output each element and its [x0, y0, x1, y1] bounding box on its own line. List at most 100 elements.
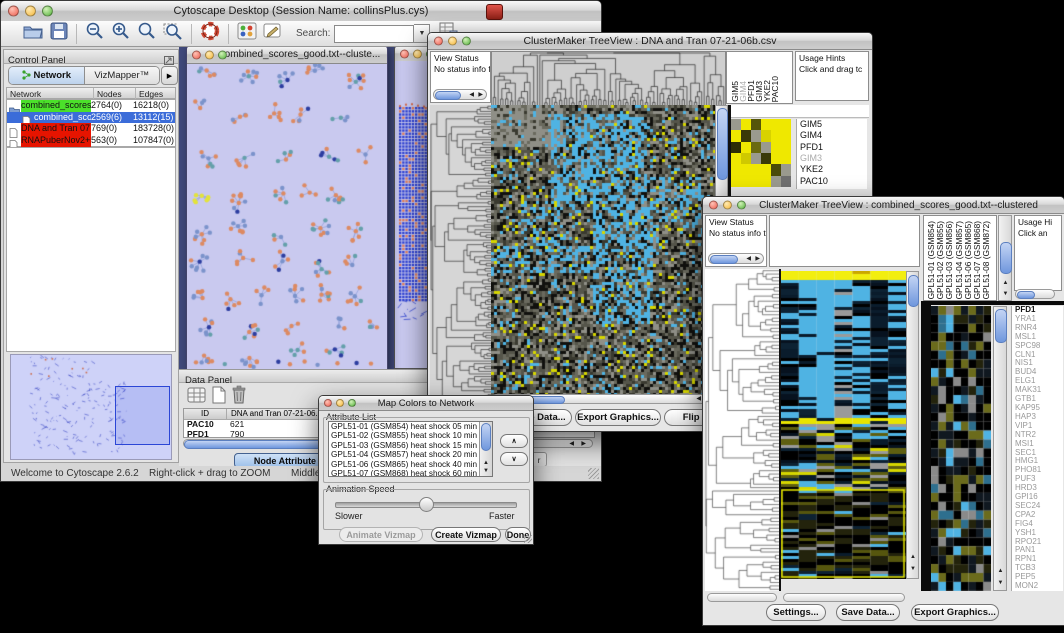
tab-network[interactable]: Network	[9, 67, 85, 84]
birdseye-viewport-rect[interactable]	[115, 386, 170, 445]
close-button[interactable]	[192, 50, 201, 59]
close-button[interactable]	[400, 49, 409, 58]
move-down-button[interactable]: ∨	[500, 452, 528, 466]
zoom-selected-icon[interactable]	[163, 21, 183, 46]
scroll-down-arrow[interactable]: ▼	[998, 580, 1004, 586]
search-input[interactable]	[334, 25, 414, 43]
attribute-list-item[interactable]: GPL51-04 (GSM857) heat shock 20 min	[329, 450, 492, 459]
scrollbar-thumb[interactable]	[1017, 291, 1035, 299]
scrollbar-thumb[interactable]	[1000, 242, 1012, 274]
minimize-button[interactable]	[448, 37, 457, 46]
zoom-button[interactable]	[218, 50, 227, 59]
column-dendrogram-area[interactable]	[769, 215, 920, 267]
minimize-button[interactable]	[205, 50, 214, 59]
heatmap-vscrollbar[interactable]: ▲ ▼	[906, 271, 919, 579]
network-table-row[interactable]: combined_sco2569(6)13112(15)	[7, 112, 175, 124]
zoom-button[interactable]	[42, 6, 53, 17]
zoom-fit-icon[interactable]	[137, 21, 157, 46]
main-titlebar[interactable]: Cytoscape Desktop (Session Name: collins…	[1, 1, 601, 22]
speed-slider-thumb[interactable]	[419, 497, 434, 512]
export-graphics-button[interactable]: Export Graphics...	[575, 409, 661, 426]
zoom-button[interactable]	[462, 37, 471, 46]
scroll-left-arrow[interactable]: ◀	[569, 441, 574, 447]
row-dendrogram[interactable]	[430, 105, 491, 401]
global-heatmap[interactable]	[491, 105, 715, 401]
row-dendrogram[interactable]	[705, 269, 779, 591]
scroll-left-arrow[interactable]: ◀	[696, 396, 701, 402]
zoom-heatmap[interactable]	[931, 306, 991, 591]
scroll-up-arrow[interactable]: ▲	[998, 568, 1004, 574]
scrollbar-thumb[interactable]	[184, 440, 322, 449]
tab-overflow-button[interactable]: ▶	[161, 66, 178, 85]
zoom-in-icon[interactable]	[111, 21, 131, 46]
minimize-button[interactable]	[25, 6, 36, 17]
attribute-list-item[interactable]: GPL51-07 (GSM868) heat shock 60 min	[329, 469, 492, 477]
collabel-vscrollbar[interactable]: ▲ ▼	[998, 215, 1012, 301]
window-resize-grip[interactable]	[588, 468, 599, 479]
close-button[interactable]	[709, 201, 718, 210]
network-table-row[interactable]: DNA and Tran 07769(0)183728(0)	[7, 123, 175, 135]
network-graph-canvas[interactable]	[188, 64, 385, 369]
open-folder-icon[interactable]	[22, 22, 44, 45]
scrollbar-thumb[interactable]	[995, 309, 1007, 343]
view-status-scrollbar[interactable]: ◀ ▶	[708, 253, 764, 264]
annotation-icon[interactable]	[263, 22, 283, 45]
delete-attribute-icon[interactable]	[231, 385, 247, 409]
scrollbar-thumb[interactable]	[481, 423, 491, 451]
close-button[interactable]	[8, 6, 19, 17]
vizmap-dots-icon[interactable]	[237, 22, 257, 45]
zoom-heatmap[interactable]	[731, 119, 791, 187]
scroll-right-arrow[interactable]: ▶	[478, 92, 483, 98]
zoom-button[interactable]	[737, 201, 746, 210]
network-tree-empty-area[interactable]	[6, 147, 176, 352]
close-button[interactable]	[324, 399, 332, 407]
scroll-up-arrow[interactable]: ▲	[910, 554, 916, 560]
attribute-list-item[interactable]: GPL51-03 (GSM856) heat shock 15 min	[329, 441, 492, 450]
dendro-hscrollbar[interactable]	[707, 593, 777, 602]
scroll-left-arrow[interactable]: ◀	[469, 92, 474, 98]
attribute-select-icon[interactable]	[187, 386, 207, 409]
scroll-down-arrow[interactable]: ▼	[910, 566, 916, 572]
save-data-button[interactable]: Save Data...	[836, 604, 900, 621]
network-table-row[interactable]: combined_scores2764(0)16218(0)	[7, 100, 175, 112]
scrollbar-thumb[interactable]	[717, 108, 728, 180]
create-vizmap-button[interactable]: Create Vizmap	[431, 527, 501, 542]
scroll-left-arrow[interactable]: ◀	[746, 256, 751, 262]
gene-label[interactable]: MON2	[1015, 582, 1063, 591]
view-status-scrollbar[interactable]: ◀ ▶	[433, 89, 487, 100]
move-up-button[interactable]: ∧	[500, 434, 528, 448]
scrollbar-thumb[interactable]	[908, 275, 919, 307]
zoomheat-vscrollbar[interactable]: ▲ ▼	[993, 306, 1007, 591]
scroll-right-arrow[interactable]: ▶	[581, 441, 586, 447]
new-attribute-icon[interactable]	[211, 386, 227, 409]
minimize-button[interactable]	[336, 399, 344, 407]
attribute-list-item[interactable]: GPL51-06 (GSM865) heat shock 40 min	[329, 460, 492, 469]
column-dendrogram[interactable]	[491, 51, 726, 106]
scroll-right-arrow[interactable]: ▶	[755, 256, 760, 262]
birdseye-view[interactable]	[10, 354, 172, 460]
datapanel-col-id[interactable]: ID	[184, 409, 226, 419]
animate-vizmap-button[interactable]: Animate Vizmap	[339, 527, 423, 542]
usage-hints-scrollbar[interactable]	[1015, 289, 1055, 299]
main-heatmap[interactable]	[781, 271, 906, 579]
minimize-button[interactable]	[413, 49, 422, 58]
zoom-out-icon[interactable]	[85, 21, 105, 46]
heatmap-hscrollbar[interactable]	[783, 593, 905, 602]
scroll-up-arrow[interactable]: ▲	[483, 460, 489, 466]
network-table-row[interactable]: RNAPuberNov2+|563(0)107847(0)	[7, 135, 175, 147]
zoom-button[interactable]	[348, 399, 356, 407]
scroll-down-arrow[interactable]: ▼	[483, 468, 489, 474]
export-graphics-button[interactable]: Export Graphics...	[911, 604, 999, 621]
settings-button[interactable]: Settings...	[766, 604, 826, 621]
list-vscrollbar[interactable]: ▲ ▼	[479, 422, 492, 476]
save-icon[interactable]	[50, 22, 68, 45]
attribute-list-item[interactable]: GPL51-02 (GSM855) heat shock 10 min	[329, 431, 492, 440]
tab-vizmapper[interactable]: VizMapper™	[85, 67, 160, 84]
help-lifesaver-icon[interactable]	[200, 21, 220, 46]
close-button[interactable]	[434, 37, 443, 46]
scrollbar-thumb[interactable]	[435, 91, 461, 100]
scroll-up-arrow[interactable]: ▲	[1003, 280, 1009, 286]
dialog-resize-grip[interactable]	[524, 535, 532, 543]
minimize-button[interactable]	[723, 201, 732, 210]
attribute-list-item[interactable]: GPL51-01 (GSM854) heat shock 05 min	[329, 422, 492, 431]
